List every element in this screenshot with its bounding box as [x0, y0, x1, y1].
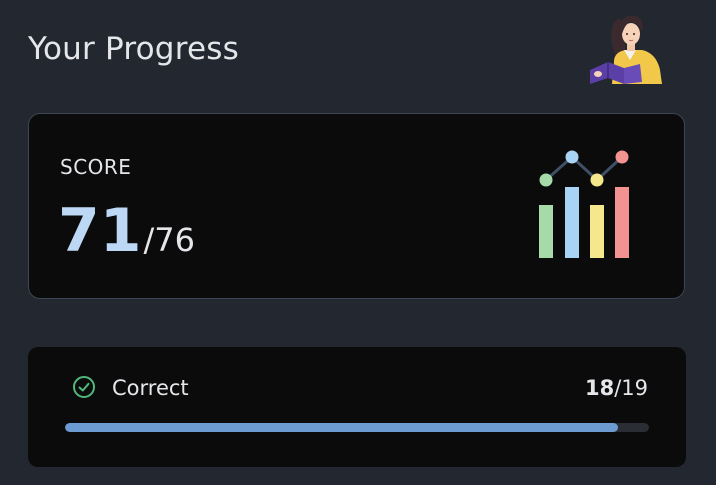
- correct-progress-fill: [65, 423, 619, 432]
- score-separator: /: [143, 221, 155, 259]
- correct-count-total: 19: [621, 376, 648, 400]
- score-label: SCORE: [60, 155, 132, 179]
- score-total: 76: [154, 221, 195, 259]
- check-circle-icon: [73, 376, 95, 398]
- correct-label: Correct: [112, 376, 189, 400]
- score-number: 71: [58, 196, 142, 266]
- page-title: Your Progress: [28, 31, 239, 67]
- bar-line-chart-icon: [539, 150, 629, 258]
- correct-count-value: 18: [584, 376, 615, 400]
- reading-person-icon: [590, 15, 662, 84]
- correct-progress-bar: [65, 423, 649, 432]
- correct-count: 18/19: [585, 375, 648, 401]
- correct-card: Correct 18/19: [28, 347, 686, 467]
- score-card: SCORE 71 / 76: [28, 113, 685, 299]
- score-value: 71 / 76: [58, 196, 195, 266]
